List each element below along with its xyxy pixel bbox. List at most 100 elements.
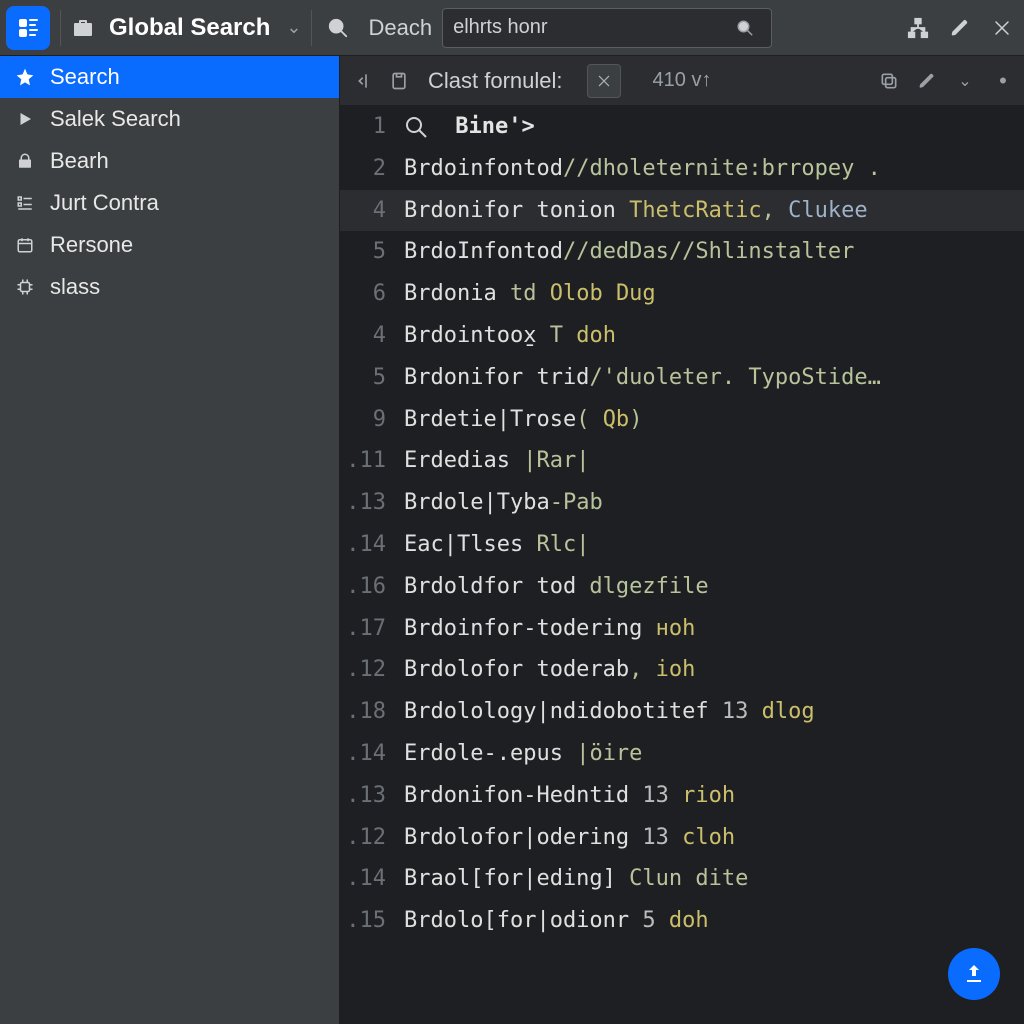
editor-line[interactable]: .18Brdolology|ndidobotitef 13 dlog [340,691,1024,733]
tab-badge: 410 v↑ [653,69,712,92]
search-input[interactable] [453,16,721,39]
sidebar-item-label: Bearh [50,148,109,174]
star-icon [14,66,36,88]
editor[interactable]: 1 Bine'>2Brdoinfontod//dholeternite:brro… [340,106,1024,1024]
sidebar-item-label: Search [50,64,120,90]
separator [60,10,61,46]
editor-line[interactable]: .13Brdole|Tyba-Pab [340,482,1024,524]
search-icon [404,115,428,139]
line-content: Brdonifon-Hedntid 13 rioh [404,775,1024,817]
play-icon [14,108,36,130]
sidebar-item-slass[interactable]: slass [0,266,339,308]
editor-line[interactable]: .14Eac|Tlses Rlc| [340,524,1024,566]
editor-line[interactable]: 4Brdointoox̱ T doh [340,315,1024,357]
editor-line[interactable]: .13Brdonifon-Hedntid 13 rioh [340,775,1024,817]
app-logo-icon [16,16,40,40]
line-number: .12 [340,817,404,859]
line-content: Braol[for|eding] Clun dite [404,858,1024,900]
editor-line[interactable]: .12Brdolofor toderab, ioh [340,649,1024,691]
sidebar: Search Salek Search Bearh Jurt Contra Rerson… [0,56,340,1024]
line-content: Brdetie|Trose( Qb) [404,399,1024,441]
line-number: .14 [340,733,404,775]
editor-line[interactable]: 9Brdetie|Trose( Qb) [340,399,1024,441]
line-number: 2 [340,148,404,190]
sidebar-item-jurt-contra[interactable]: Jurt Contra [0,182,339,224]
editor-line[interactable]: .15Brdolo[for|odionr 5 doh [340,900,1024,942]
list-icon [14,192,36,214]
tabbar: Clast fornulel: 410 v↑ ⌄ • [340,56,1024,106]
briefcase-icon [71,16,95,40]
line-number: 9 [340,399,404,441]
more-icon[interactable]: • [990,68,1016,94]
line-content: Brdonia td Olob Dug [404,273,1024,315]
search-submit-icon[interactable] [729,12,761,44]
line-number: .11 [340,440,404,482]
line-number: 5 [340,357,404,399]
separator [311,10,312,46]
chevron-down-icon[interactable]: ⌄ [286,17,301,38]
line-content: Bine'> [404,106,1024,148]
edit-icon[interactable] [944,12,976,44]
line-content: Brdonifor trid/'duoleter. TypoStide… [404,357,1024,399]
collapse-icon[interactable] [348,68,374,94]
copy-icon[interactable] [876,68,902,94]
line-number: .13 [340,482,404,524]
tab-close-button[interactable] [587,64,621,98]
line-content: Brdolofor|odering 13 cloh [404,817,1024,859]
sidebar-item-bearh[interactable]: Bearh [0,140,339,182]
line-content: Brdolo[for|odionr 5 doh [404,900,1024,942]
search-input-wrapper [442,8,772,48]
sidebar-item-label: Salek Search [50,106,181,132]
sidebar-item-label: slass [50,274,100,300]
line-content: BrdoInfontod//dedDas//Shlinstalter [404,231,1024,273]
app-logo[interactable] [6,6,50,50]
line-content: Brdoinfontod//dholeternite:brropey . [404,148,1024,190]
editor-line[interactable]: 4Brdonifor tonion ThetcRatic, Clukee [340,190,1024,232]
sidebar-item-label: Jurt Contra [50,190,159,216]
sidebar-item-salek-search[interactable]: Salek Search [0,98,339,140]
close-icon[interactable] [986,12,1018,44]
line-content: Brdonifor tonion ThetcRatic, Clukee [404,190,1024,232]
edit-tab-icon[interactable] [914,68,940,94]
editor-line[interactable]: 5Brdonifor trid/'duoleter. TypoStide… [340,357,1024,399]
line-number: .16 [340,566,404,608]
editor-line[interactable]: .14Erdole-.epus |öire [340,733,1024,775]
search-icon[interactable] [322,12,354,44]
editor-line[interactable]: .16Brdoldfor tod dlgezfile [340,566,1024,608]
line-number: .12 [340,649,404,691]
editor-line[interactable]: .11Erdedias |Rar| [340,440,1024,482]
tab-title: Clast fornulel: [428,68,563,94]
line-number: 4 [340,315,404,357]
line-content: Brdolology|ndidobotitef 13 dlog [404,691,1024,733]
chip-icon [14,276,36,298]
editor-line[interactable]: 2Brdoinfontod//dholeternite:brropey . [340,148,1024,190]
line-number: .15 [340,900,404,942]
editor-line[interactable]: 6Brdonia td Olob Dug [340,273,1024,315]
line-number: .14 [340,524,404,566]
editor-line[interactable]: .17Brdoinfor-todering нoh [340,608,1024,650]
line-number: 1 [340,106,404,148]
chevron-down-icon[interactable]: ⌄ [952,68,978,94]
line-number: .17 [340,608,404,650]
sidebar-item-label: Rersone [50,232,133,258]
line-number: .18 [340,691,404,733]
line-number: .13 [340,775,404,817]
sidebar-item-rersone[interactable]: Rersone [0,224,339,266]
section-label: Deach [368,15,432,41]
line-content: Brdoldfor tod dlgezfile [404,566,1024,608]
editor-line[interactable]: .12Brdolofor|odering 13 cloh [340,817,1024,859]
editor-line[interactable]: 5BrdoInfontod//dedDas//Shlinstalter [340,231,1024,273]
sidebar-item-search[interactable]: Search [0,56,339,98]
lock-icon [14,150,36,172]
calendar-icon [14,234,36,256]
line-content: Erdedias |Rar| [404,440,1024,482]
line-content: Brdoinfor-todering нoh [404,608,1024,650]
share-fab[interactable] [948,948,1000,1000]
structure-icon[interactable] [902,12,934,44]
line-content: Brdolofor toderab, ioh [404,649,1024,691]
main: Clast fornulel: 410 v↑ ⌄ • 1 Bine'>2Brdo… [340,56,1024,1024]
line-content: Brdole|Tyba-Pab [404,482,1024,524]
line-number: .14 [340,858,404,900]
editor-line[interactable]: 1 Bine'> [340,106,1024,148]
editor-line[interactable]: .14Braol[for|eding] Clun dite [340,858,1024,900]
